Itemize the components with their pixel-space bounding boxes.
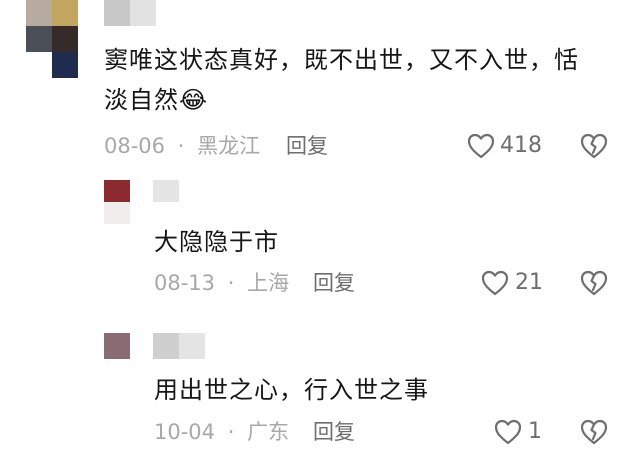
reply-button-1[interactable]: 回复 [286, 131, 328, 161]
avatar-commenter-2[interactable] [104, 180, 130, 224]
comment-location-2: 上海 [247, 271, 290, 295]
like-count-2: 21 [515, 270, 543, 295]
dislike-button-1[interactable] [580, 133, 608, 159]
commenter-name-1[interactable] [104, 0, 156, 26]
laughing-crying-emoji-icon: 😂 [179, 86, 209, 114]
comment-location-3: 广东 [247, 420, 290, 444]
comment-text-1-line2: 淡自然 [104, 86, 179, 114]
meta-separator: · [227, 271, 235, 295]
like-button-3[interactable]: 1 [494, 417, 542, 447]
comment-date-1: 08-06 [104, 134, 166, 158]
meta-separator: · [177, 134, 185, 158]
reply-button-2[interactable]: 回复 [313, 268, 355, 298]
comment-meta-3: 10-04 · 广东 [154, 417, 289, 447]
like-count-1: 418 [500, 133, 542, 158]
broken-heart-icon [580, 419, 608, 445]
comment-date-3: 10-04 [154, 420, 216, 444]
comment-meta-2: 08-13 · 上海 [154, 268, 289, 298]
meta-separator: · [227, 420, 235, 444]
dislike-button-3[interactable] [580, 419, 608, 445]
comment-text-1-line1: 窦唯这状态真好，既不出世，又不入世，恬 [104, 46, 579, 74]
avatar-commenter-1[interactable] [26, 0, 78, 78]
broken-heart-icon [580, 133, 608, 159]
like-button-1[interactable]: 418 [467, 131, 542, 161]
comment-text-3: 用出世之心，行入世之事 [154, 376, 429, 404]
comment-text-2: 大隐隐于市 [154, 228, 279, 256]
comment-text-1: 窦唯这状态真好，既不出世，又不入世，恬 淡自然😂 [104, 40, 624, 120]
comment-text-1-line2-wrap: 淡自然😂 [104, 80, 624, 120]
like-button-2[interactable]: 21 [481, 268, 543, 298]
heart-outline-icon [481, 270, 509, 296]
commenter-name-3[interactable] [153, 333, 205, 359]
heart-outline-icon [494, 419, 522, 445]
heart-outline-icon [467, 133, 495, 159]
comment-meta-1: 08-06 · 黑龙江 [104, 131, 260, 161]
avatar-commenter-3[interactable] [104, 333, 130, 359]
reply-button-3[interactable]: 回复 [313, 417, 355, 447]
like-count-3: 1 [528, 419, 542, 444]
dislike-button-2[interactable] [580, 270, 608, 296]
comment-location-1: 黑龙江 [197, 134, 261, 158]
commenter-name-2[interactable] [153, 180, 179, 202]
comment-date-2: 08-13 [154, 271, 216, 295]
broken-heart-icon [580, 270, 608, 296]
